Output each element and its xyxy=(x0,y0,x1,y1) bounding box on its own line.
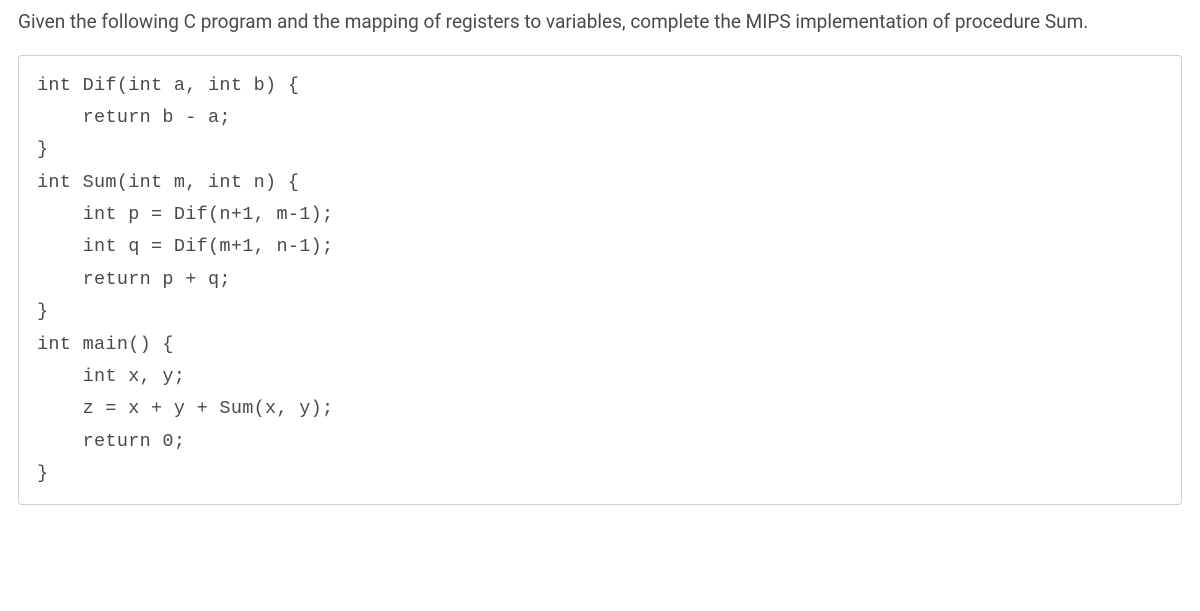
code-block: int Dif(int a, int b) { return b - a;}in… xyxy=(18,55,1182,506)
code-line: int q = Dif(m+1, n-1); xyxy=(37,231,1163,263)
code-line: int Sum(int m, int n) { xyxy=(37,167,1163,199)
code-line: int Dif(int a, int b) { xyxy=(37,70,1163,102)
code-line: int p = Dif(n+1, m-1); xyxy=(37,199,1163,231)
code-line: z = x + y + Sum(x, y); xyxy=(37,393,1163,425)
code-line: int main() { xyxy=(37,329,1163,361)
code-line: } xyxy=(37,134,1163,166)
question-text: Given the following C program and the ma… xyxy=(18,8,1182,37)
code-line: return b - a; xyxy=(37,102,1163,134)
code-line: } xyxy=(37,458,1163,490)
code-line: int x, y; xyxy=(37,361,1163,393)
code-line: } xyxy=(37,296,1163,328)
code-line: return p + q; xyxy=(37,264,1163,296)
code-line: return 0; xyxy=(37,426,1163,458)
